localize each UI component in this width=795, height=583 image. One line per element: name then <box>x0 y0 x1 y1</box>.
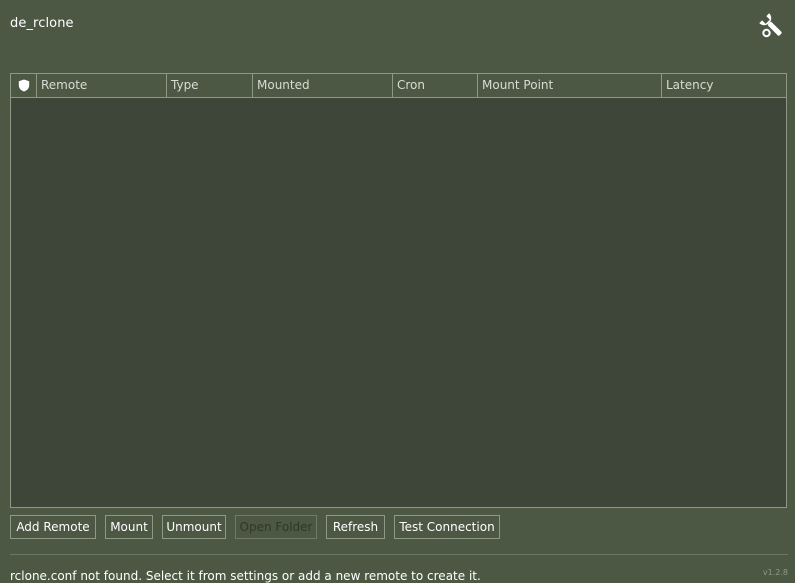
unmount-button[interactable]: Unmount <box>162 515 226 539</box>
add-remote-button[interactable]: Add Remote <box>10 515 96 539</box>
table-body[interactable] <box>11 98 786 507</box>
open-folder-button[interactable]: Open Folder <box>235 515 317 539</box>
shield-icon <box>18 79 29 92</box>
column-header-status[interactable] <box>11 74 37 97</box>
status-divider <box>10 554 788 555</box>
wrench-icon <box>759 13 782 38</box>
app-title: de_rclone <box>10 16 74 31</box>
remotes-table: Remote Type Mounted Cron Mount Point Lat… <box>10 73 787 508</box>
column-header-remote[interactable]: Remote <box>37 74 167 97</box>
column-header-latency[interactable]: Latency <box>662 74 786 97</box>
column-header-mount-point[interactable]: Mount Point <box>478 74 662 97</box>
table-header: Remote Type Mounted Cron Mount Point Lat… <box>11 74 786 98</box>
settings-button[interactable] <box>758 12 786 40</box>
column-header-mounted[interactable]: Mounted <box>253 74 393 97</box>
mount-button[interactable]: Mount <box>105 515 153 539</box>
column-header-cron[interactable]: Cron <box>393 74 478 97</box>
status-message: rclone.conf not found. Select it from se… <box>10 569 481 583</box>
refresh-button[interactable]: Refresh <box>326 515 385 539</box>
test-connection-button[interactable]: Test Connection <box>394 515 500 539</box>
column-header-type[interactable]: Type <box>167 74 253 97</box>
